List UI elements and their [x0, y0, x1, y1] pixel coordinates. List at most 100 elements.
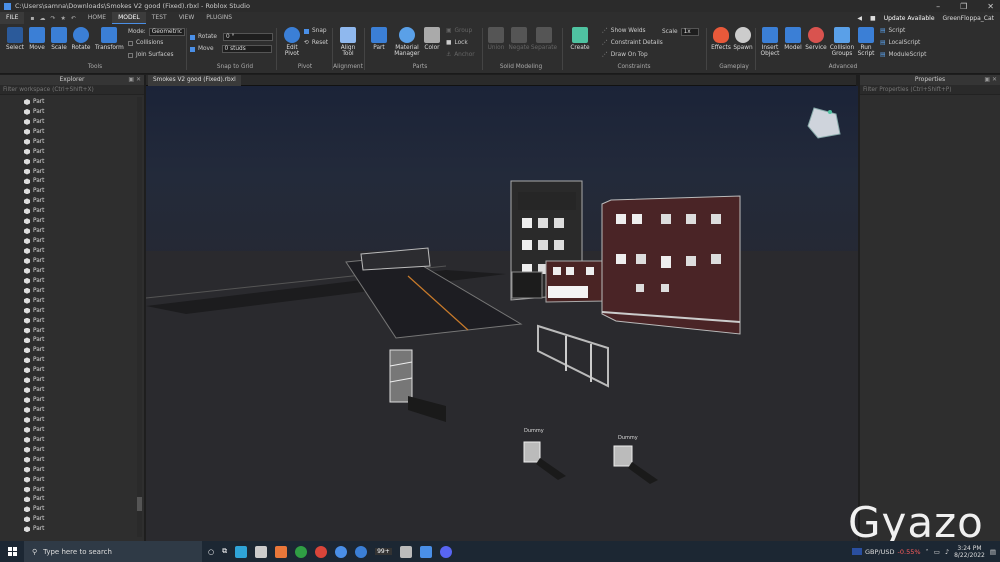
create-constraint-button[interactable]: Create [568, 27, 592, 51]
draw-on-top-toggle[interactable]: ⋰ Draw On Top [602, 52, 648, 58]
explorer-item[interactable]: Part [0, 435, 144, 445]
explorer-item[interactable]: Part [0, 495, 144, 505]
constraint-details-toggle[interactable]: ⋰ Constraint Details [602, 40, 663, 46]
taskbar-search[interactable]: ⚲ Type here to search [24, 541, 202, 562]
share-icon[interactable]: ◀ [857, 15, 862, 22]
chrome-icon[interactable] [315, 545, 328, 558]
gift-icon[interactable]: ■ [870, 15, 876, 22]
tab-plugins[interactable]: PLUGINS [200, 12, 238, 24]
edit-pivot-button[interactable]: Edit Pivot [280, 27, 304, 57]
settings-icon[interactable] [275, 545, 288, 558]
explorer-item[interactable]: Part [0, 296, 144, 306]
explorer-item[interactable]: Part [0, 97, 144, 107]
part-button[interactable]: Part [367, 27, 391, 51]
maximize-button[interactable]: ❐ [960, 2, 967, 11]
explorer-item[interactable]: Part [0, 355, 144, 365]
tab-view[interactable]: VIEW [173, 12, 201, 24]
start-button[interactable] [0, 541, 24, 562]
color-button[interactable]: Color [420, 27, 444, 51]
model-button[interactable]: Model [781, 27, 805, 51]
explorer-item[interactable]: Part [0, 485, 144, 495]
transform-button[interactable]: Transform [95, 27, 124, 51]
join-surfaces-toggle[interactable]: Join Surfaces [128, 52, 174, 58]
explorer-item[interactable]: Part [0, 365, 144, 375]
explorer-item[interactable]: Part [0, 216, 144, 226]
explorer-item[interactable]: Part [0, 236, 144, 246]
move-button[interactable]: Move [25, 27, 49, 51]
3d-viewport[interactable]: Dummy Dummy [146, 86, 858, 541]
explorer-item[interactable]: Part [0, 475, 144, 485]
explorer-item[interactable]: Part [0, 276, 144, 286]
run-script-button[interactable]: Run Script [854, 27, 878, 57]
snap-move-input[interactable]: 0 studs [221, 45, 272, 53]
clock[interactable]: 3:24 PM 8/22/2022 [954, 545, 985, 559]
snap-move-checkbox[interactable] [190, 46, 195, 52]
explorer-item[interactable]: Part [0, 415, 144, 425]
explorer-item[interactable]: Part [0, 465, 144, 475]
task-view-icon[interactable]: ⧉ [222, 547, 227, 556]
panel-close-icon[interactable]: ▣ ✕ [984, 75, 997, 85]
update-available-button[interactable]: Update Available [884, 15, 935, 22]
undo-icon[interactable]: ↶ [71, 15, 76, 22]
explorer-item[interactable]: Part [0, 147, 144, 157]
explorer-item[interactable]: Part [0, 455, 144, 465]
scale-button[interactable]: Scale [47, 27, 71, 51]
explorer-item[interactable]: Part [0, 524, 144, 534]
collision-groups-button[interactable]: Collision Groups [828, 27, 856, 57]
tab-place-file[interactable]: Smokes V2 good (Fixed).rbxl [148, 75, 241, 86]
chrome-profile-icon[interactable] [335, 545, 348, 558]
star-icon[interactable]: ★ [60, 15, 65, 22]
explorer-item[interactable]: Part [0, 504, 144, 514]
explorer-item[interactable]: Part [0, 186, 144, 196]
explorer-item[interactable]: Part [0, 256, 144, 266]
explorer-item[interactable]: Part [0, 286, 144, 296]
snap-rotate-input[interactable]: 0 ° [222, 33, 273, 41]
xbox-icon[interactable] [295, 545, 308, 558]
service-button[interactable]: Service [804, 27, 828, 51]
align-tool-button[interactable]: Align Tool [336, 27, 360, 57]
explorer-item[interactable]: Part [0, 127, 144, 137]
explorer-item[interactable]: Part [0, 336, 144, 346]
explorer-item[interactable]: Part [0, 117, 144, 127]
explorer-item[interactable]: Part [0, 206, 144, 216]
explorer-filter-input[interactable]: Filter workspace (Ctrl+Shift+X) [0, 85, 144, 95]
explorer-item[interactable]: Part [0, 405, 144, 415]
effects-button[interactable]: Effects [709, 27, 733, 51]
roblox-studio-taskbar-icon[interactable] [419, 545, 432, 558]
properties-filter-input[interactable]: Filter Properties (Ctrl+Shift+P) [860, 85, 1000, 95]
roblox-icon[interactable] [255, 545, 268, 558]
spawn-button[interactable]: Spawn [731, 27, 755, 51]
negate-button[interactable]: Negate [507, 27, 531, 51]
explorer-item[interactable]: Part [0, 375, 144, 385]
explorer-item[interactable]: Part [0, 345, 144, 355]
network-icon[interactable]: ▭ [934, 548, 940, 556]
explorer-item[interactable]: Part [0, 316, 144, 326]
user-button[interactable]: GreenFloppa_Cat [943, 15, 994, 22]
minimize-button[interactable]: – [936, 2, 940, 11]
tab-test[interactable]: TEST [146, 12, 173, 24]
explorer-item[interactable]: Part [0, 137, 144, 147]
save-icon[interactable]: ▪ [30, 15, 34, 22]
explorer-item[interactable]: Part [0, 514, 144, 524]
close-button[interactable]: ✕ [987, 2, 994, 11]
separate-button[interactable]: Separate [530, 27, 558, 51]
material-manager-button[interactable]: Material Manager [393, 27, 421, 57]
redo-icon[interactable]: ↷ [50, 15, 55, 22]
join-surfaces-checkbox[interactable] [128, 52, 133, 58]
script-button[interactable]: ▤ Script [880, 28, 905, 34]
insert-object-button[interactable]: Insert Object [758, 27, 782, 57]
panel-close-icon[interactable]: ▣ ✕ [128, 75, 141, 85]
chrome-profile-2-icon[interactable] [355, 545, 368, 558]
chevron-up-icon[interactable]: ˄ [926, 548, 929, 556]
explorer-item[interactable]: Part [0, 177, 144, 187]
tab-model[interactable]: MODEL [112, 12, 146, 24]
explorer-item[interactable]: Part [0, 226, 144, 236]
notification-center-icon[interactable]: ▤ [990, 548, 996, 556]
explorer-item[interactable]: Part [0, 246, 144, 256]
explorer-item[interactable]: Part [0, 306, 144, 316]
mode-select[interactable]: Geometric [148, 28, 186, 36]
group-button[interactable]: ▣ Group [446, 28, 472, 34]
explorer-item[interactable]: Part [0, 445, 144, 455]
pivot-snap-toggle[interactable]: Snap [304, 28, 327, 34]
file-menu[interactable]: FILE [0, 12, 25, 24]
